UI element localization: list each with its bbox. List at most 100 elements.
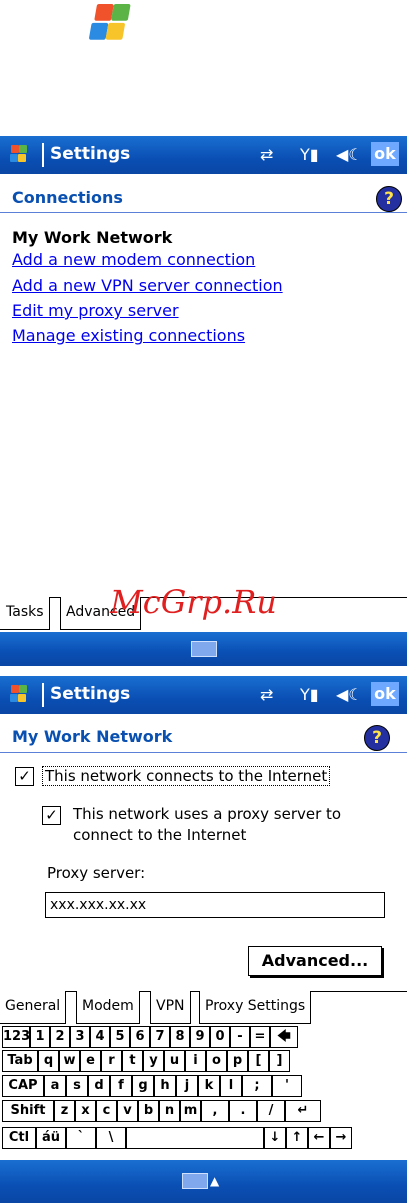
key-2-2[interactable]: s xyxy=(66,1075,88,1097)
tab-vpn[interactable]: VPN xyxy=(150,991,191,1024)
key-2-11[interactable]: ' xyxy=(272,1075,302,1097)
key-1-12[interactable]: ] xyxy=(269,1050,290,1072)
key-3-11[interactable]: ↵ xyxy=(285,1100,321,1122)
key-3-4[interactable]: v xyxy=(117,1100,138,1122)
speaker-icon[interactable]: ◀☾ xyxy=(336,145,363,164)
tab-tasks[interactable]: Tasks xyxy=(0,597,50,630)
key-0-1[interactable]: 1 xyxy=(30,1026,50,1048)
key-3-6[interactable]: n xyxy=(159,1100,180,1122)
key-0-5[interactable]: 5 xyxy=(110,1026,130,1048)
key-3-9[interactable]: . xyxy=(229,1100,257,1122)
proxy-checkbox[interactable]: ✓ xyxy=(42,806,61,825)
key-1-8[interactable]: i xyxy=(185,1050,206,1072)
key-4-1[interactable]: áü xyxy=(36,1127,66,1149)
speaker-icon-2[interactable]: ◀☾ xyxy=(336,685,363,704)
link-add-modem[interactable]: Add a new modem connection xyxy=(12,250,255,269)
sync-icon-2[interactable]: ⇄ xyxy=(260,685,273,704)
key-0-8[interactable]: 8 xyxy=(170,1026,190,1048)
key-3-10[interactable]: / xyxy=(257,1100,285,1122)
windows-logo xyxy=(88,4,131,40)
key-3-8[interactable]: , xyxy=(201,1100,229,1122)
proxy-server-input[interactable]: xxx.xxx.xx.xx xyxy=(45,892,385,918)
internet-checkbox-label[interactable]: This network connects to the Internet xyxy=(42,766,331,786)
key-2-0[interactable]: CAP xyxy=(2,1075,44,1097)
advanced-button[interactable]: Advanced... xyxy=(248,946,382,976)
key-1-11[interactable]: [ xyxy=(248,1050,269,1072)
key-0-2[interactable]: 2 xyxy=(50,1026,70,1048)
key-space[interactable] xyxy=(126,1127,264,1149)
help-icon-2[interactable]: ? xyxy=(364,725,390,751)
tab-general[interactable]: General xyxy=(0,991,67,1024)
tab-proxy-settings[interactable]: Proxy Settings xyxy=(199,991,312,1024)
key-4-7[interactable]: ← xyxy=(308,1127,330,1149)
help-icon[interactable]: ? xyxy=(376,186,402,212)
key-1-3[interactable]: e xyxy=(80,1050,101,1072)
key-1-1[interactable]: q xyxy=(38,1050,59,1072)
key-3-7[interactable]: m xyxy=(180,1100,201,1122)
key-4-5[interactable]: ↓ xyxy=(264,1127,286,1149)
key-0-10[interactable]: 0 xyxy=(210,1026,230,1048)
input-panel-bar xyxy=(0,632,407,666)
key-4-6[interactable]: ↑ xyxy=(286,1127,308,1149)
page-header: Connections xyxy=(12,188,123,207)
key-1-2[interactable]: w xyxy=(59,1050,80,1072)
key-1-4[interactable]: r xyxy=(101,1050,122,1072)
key-1-9[interactable]: o xyxy=(206,1050,227,1072)
keyboard-icon-2[interactable] xyxy=(182,1173,208,1189)
proxy-checkbox-label-2[interactable]: connect to the Internet xyxy=(73,826,246,844)
key-3-2[interactable]: x xyxy=(75,1100,96,1122)
window-title-2: Settings xyxy=(50,684,131,704)
input-menu-arrow-icon[interactable]: ▲ xyxy=(210,1174,219,1188)
ok-button[interactable]: ok xyxy=(371,142,399,166)
key-4-2[interactable]: ` xyxy=(66,1127,96,1149)
key-3-5[interactable]: b xyxy=(138,1100,159,1122)
signal-icon[interactable]: Y▮ xyxy=(300,145,319,164)
key-4-0[interactable]: Ctl xyxy=(2,1127,36,1149)
key-1-10[interactable]: p xyxy=(227,1050,248,1072)
proxy-checkbox-label-1[interactable]: This network uses a proxy server to xyxy=(73,805,341,823)
ok-button-2[interactable]: ok xyxy=(371,682,399,706)
title-separator-2 xyxy=(42,683,44,707)
key-4-3[interactable]: \ xyxy=(96,1127,126,1149)
title-bar: Settings ⇄ Y▮ ◀☾ ok xyxy=(0,136,407,174)
key-0-9[interactable]: 9 xyxy=(190,1026,210,1048)
key-0-4[interactable]: 4 xyxy=(90,1026,110,1048)
key-2-4[interactable]: f xyxy=(110,1075,132,1097)
key-2-8[interactable]: k xyxy=(198,1075,220,1097)
keyboard-icon[interactable] xyxy=(191,641,217,657)
sync-icon[interactable]: ⇄ xyxy=(260,145,273,164)
link-add-vpn[interactable]: Add a new VPN server connection xyxy=(12,276,283,295)
input-panel-bar-2: ▲ xyxy=(0,1160,407,1203)
key-0-11[interactable]: - xyxy=(230,1026,250,1048)
key-2-9[interactable]: l xyxy=(220,1075,242,1097)
key-3-0[interactable]: Shift xyxy=(2,1100,54,1122)
key-3-1[interactable]: z xyxy=(54,1100,75,1122)
key-0-0[interactable]: 123 xyxy=(2,1026,30,1048)
key-2-10[interactable]: ; xyxy=(242,1075,272,1097)
key-2-5[interactable]: g xyxy=(132,1075,154,1097)
tab-modem[interactable]: Modem xyxy=(76,991,140,1024)
internet-checkbox[interactable]: ✓ xyxy=(15,767,34,786)
start-menu-icon-2[interactable] xyxy=(10,685,28,703)
key-2-6[interactable]: h xyxy=(154,1075,176,1097)
key-0-3[interactable]: 3 xyxy=(70,1026,90,1048)
key-2-7[interactable]: j xyxy=(176,1075,198,1097)
key-4-8[interactable]: → xyxy=(330,1127,352,1149)
tab-bar-2: General Modem VPN Proxy Settings xyxy=(0,991,407,1026)
start-menu-icon[interactable] xyxy=(10,145,28,163)
proxy-server-label: Proxy server: xyxy=(47,864,146,882)
key-0-12[interactable]: = xyxy=(250,1026,270,1048)
key-0-7[interactable]: 7 xyxy=(150,1026,170,1048)
link-manage-connections[interactable]: Manage existing connections xyxy=(12,326,245,345)
key-1-6[interactable]: y xyxy=(143,1050,164,1072)
link-edit-proxy[interactable]: Edit my proxy server xyxy=(12,301,179,320)
key-1-0[interactable]: Tab xyxy=(2,1050,38,1072)
key-1-5[interactable]: t xyxy=(122,1050,143,1072)
key-1-7[interactable]: u xyxy=(164,1050,185,1072)
key-3-3[interactable]: c xyxy=(96,1100,117,1122)
key-2-1[interactable]: a xyxy=(44,1075,66,1097)
key-2-3[interactable]: d xyxy=(88,1075,110,1097)
signal-icon-2[interactable]: Y▮ xyxy=(300,685,319,704)
key-0-13[interactable]: 🡄 xyxy=(270,1026,298,1048)
key-0-6[interactable]: 6 xyxy=(130,1026,150,1048)
